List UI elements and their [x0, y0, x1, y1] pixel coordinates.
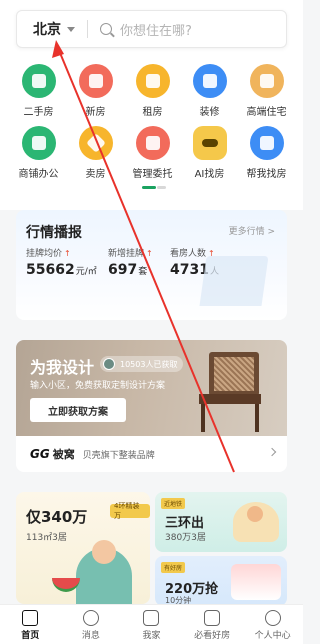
get-plan-button[interactable]: 立即获取方案 — [30, 398, 126, 422]
stat-label: 看房人数 — [170, 249, 207, 259]
grid-item-entrust[interactable]: 管理委托 — [124, 126, 181, 180]
search-icon — [100, 23, 112, 35]
grid-label: 管理委托 — [132, 169, 173, 180]
logo-mark: GG — [30, 447, 50, 461]
design-banner[interactable]: 为我设计 10503人已获取 输入小区，免费获取定制设计方案 立即获取方案 — [16, 340, 287, 436]
promo-subtitle: 380万3居 — [165, 533, 206, 543]
divider — [87, 20, 88, 38]
grid-item-new-house[interactable]: 新房 — [67, 64, 124, 118]
obtained-count-pill: 10503人已获取 — [100, 356, 184, 372]
more-market-link[interactable]: 更多行情 > — [229, 224, 275, 237]
grid-label: 商铺办公 — [18, 169, 59, 180]
arrow-up-icon: ↑ — [64, 249, 71, 258]
promo-card-right-bottom[interactable]: 有好房 220万抢 10分钟 — [155, 556, 287, 606]
brand-row[interactable]: GG 被窝 贝壳旗下整装品牌 — [16, 436, 287, 472]
diamond-tag-icon — [78, 126, 113, 160]
grid-label: 装修 — [199, 107, 220, 118]
service-grid: 二手房 新房 租房 装修 高端住宅 商铺办公 卖房 管理委托 AI找房 帮我找房 — [10, 64, 295, 180]
promo-card-left[interactable]: 仅340万 113㎡3居 4环精装万 — [16, 492, 150, 604]
villa-icon — [249, 64, 284, 98]
grid-item-ai-search[interactable]: AI找房 — [181, 126, 238, 180]
stat-avg-price: 挂牌均价 ↑ 55662元/㎡ — [26, 246, 97, 278]
grid-item-commercial[interactable]: 商铺办公 — [10, 126, 67, 180]
page-indicator — [142, 186, 166, 189]
tab-label: 个人中心 — [254, 631, 291, 641]
building-icon — [78, 64, 113, 98]
grid-item-luxury[interactable]: 高端住宅 — [238, 64, 295, 118]
search-input[interactable]: 你想住在哪? — [120, 20, 192, 39]
clipboard-icon — [135, 126, 170, 160]
grid-item-second-hand[interactable]: 二手房 — [10, 64, 67, 118]
grid-label: 卖房 — [85, 169, 106, 180]
grid-label: AI找房 — [194, 169, 225, 180]
grid-label: 高端住宅 — [246, 107, 287, 118]
tab-profile[interactable]: 个人中心 — [242, 605, 303, 644]
tab-my-home[interactable]: 我家 — [121, 605, 182, 644]
grid-label: 租房 — [142, 107, 163, 118]
grid-label: 帮我找房 — [246, 169, 287, 180]
tab-featured[interactable]: 必看好房 — [182, 605, 243, 644]
logo-text: 被窝 — [52, 448, 75, 461]
grid-item-sell[interactable]: 卖房 — [67, 126, 124, 180]
grid-item-decoration[interactable]: 装修 — [181, 64, 238, 118]
arrow-up-icon: ↑ — [146, 249, 153, 258]
home-icon — [22, 610, 39, 626]
grid-label: 新房 — [85, 107, 106, 118]
user-face-icon — [264, 610, 281, 626]
grid-item-help-find[interactable]: 帮我找房 — [238, 126, 295, 180]
paint-brush-icon — [192, 64, 227, 98]
sky-illustration — [231, 564, 281, 600]
promo-subtitle: 113㎡3居 — [26, 533, 67, 543]
tab-label: 必看好房 — [194, 631, 231, 641]
stat-unit: 套 — [138, 267, 148, 277]
tab-messages[interactable]: 消息 — [61, 605, 122, 644]
ai-robot-icon — [192, 126, 227, 160]
promo-tag: 4环精装万 — [110, 502, 150, 520]
brand-subtitle: 贝壳旗下整装品牌 — [82, 450, 155, 461]
obtained-count: 10503人已获取 — [120, 359, 178, 369]
tab-label: 消息 — [81, 631, 100, 641]
stat-label: 挂牌均价 — [26, 249, 63, 259]
grid-label: 二手房 — [23, 107, 54, 118]
promo-title: 仅340万 — [26, 508, 88, 526]
promo-title: 三环出 — [165, 516, 205, 531]
chevron-down-icon — [67, 26, 75, 32]
search-bar[interactable]: 北京 你想住在哪? — [16, 10, 287, 48]
chair-illustration — [189, 348, 269, 434]
my-home-icon — [143, 610, 160, 626]
market-report-card[interactable]: 行情播报 更多行情 > 挂牌均价 ↑ 55662元/㎡ 新增挂牌 ↑ 697套 看房… — [16, 210, 287, 320]
head-illustration — [92, 540, 116, 564]
building-illustration — [199, 256, 269, 306]
city-selector[interactable]: 北京 — [17, 19, 87, 39]
banner-title: 为我设计 — [30, 358, 95, 377]
chevron-right-icon — [267, 447, 277, 457]
chat-bubble-icon — [82, 610, 99, 626]
stat-value: 55662 — [26, 262, 75, 278]
market-title: 行情播报 — [26, 225, 82, 241]
stat-label: 新增挂牌 — [108, 249, 145, 259]
tab-home[interactable]: 首页 — [0, 605, 61, 644]
promo-tag: 近地铁 — [161, 498, 186, 509]
promo-tag: 有好房 — [161, 562, 186, 573]
featured-house-icon — [204, 610, 221, 626]
stat-value: 697 — [108, 262, 138, 278]
bottom-tab-bar: 首页 消息 我家 必看好房 个人中心 — [0, 604, 303, 644]
tab-label: 首页 — [21, 631, 40, 641]
house-icon — [21, 64, 56, 98]
beiwo-logo: GG 被窝 — [30, 446, 75, 462]
picnic-illustration — [233, 502, 279, 542]
shop-icon — [21, 126, 56, 160]
house-search-icon — [249, 126, 284, 160]
grid-item-rent[interactable]: 租房 — [124, 64, 181, 118]
stat-unit: 元/㎡ — [75, 267, 97, 277]
promo-card-right-top[interactable]: 近地铁 三环出 380万3居 — [155, 492, 287, 552]
city-label: 北京 — [33, 22, 61, 38]
stat-new-listings: 新增挂牌 ↑ 697套 — [108, 246, 153, 278]
banner-subtitle: 输入小区，免费获取定制设计方案 — [30, 381, 166, 391]
tab-label: 我家 — [142, 631, 161, 641]
avatar — [103, 358, 115, 370]
key-box-icon — [135, 64, 170, 98]
